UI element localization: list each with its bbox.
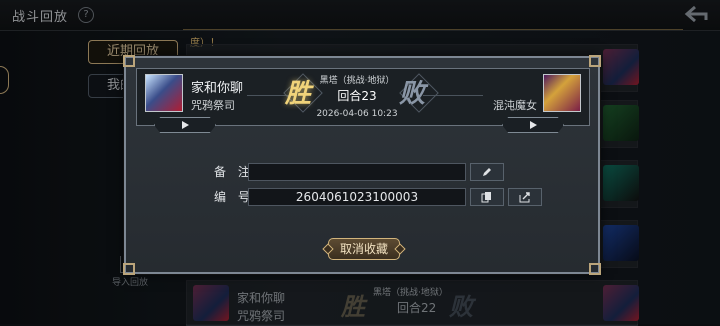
battle-date: 2026-04-06 10:23 <box>316 109 398 119</box>
note-input[interactable] <box>248 163 466 181</box>
play-right-button[interactable] <box>502 117 564 133</box>
share-button[interactable] <box>508 188 542 206</box>
left-player-avatar <box>145 74 183 112</box>
play-icon <box>530 121 537 129</box>
cancel-favorite-button[interactable]: 取消收藏 <box>328 238 400 260</box>
left-player-class: 咒鸦祭司 <box>191 99 235 112</box>
replay-id-field: 2604061023100003 <box>248 188 466 206</box>
right-player-class: 混沌魔女 <box>493 99 537 112</box>
copy-id-button[interactable] <box>470 188 504 206</box>
play-icon <box>182 121 189 129</box>
right-player-avatar <box>543 74 581 112</box>
edit-note-button[interactable] <box>470 163 504 181</box>
round-count: 回合23 <box>337 89 377 103</box>
play-left-button[interactable] <box>154 117 216 133</box>
battle-mode: 黑塔（挑战·地狱） <box>319 76 395 86</box>
left-player-name: 家和你聊 <box>191 81 244 96</box>
pencil-icon <box>483 168 491 176</box>
copy-icon <box>481 192 491 203</box>
share-icon <box>519 192 530 203</box>
favorite-dialog: 家和你聊 咒鸦祭司 胜 败 黑塔（挑战·地狱） 回合23 2026-04-06 … <box>123 55 601 275</box>
